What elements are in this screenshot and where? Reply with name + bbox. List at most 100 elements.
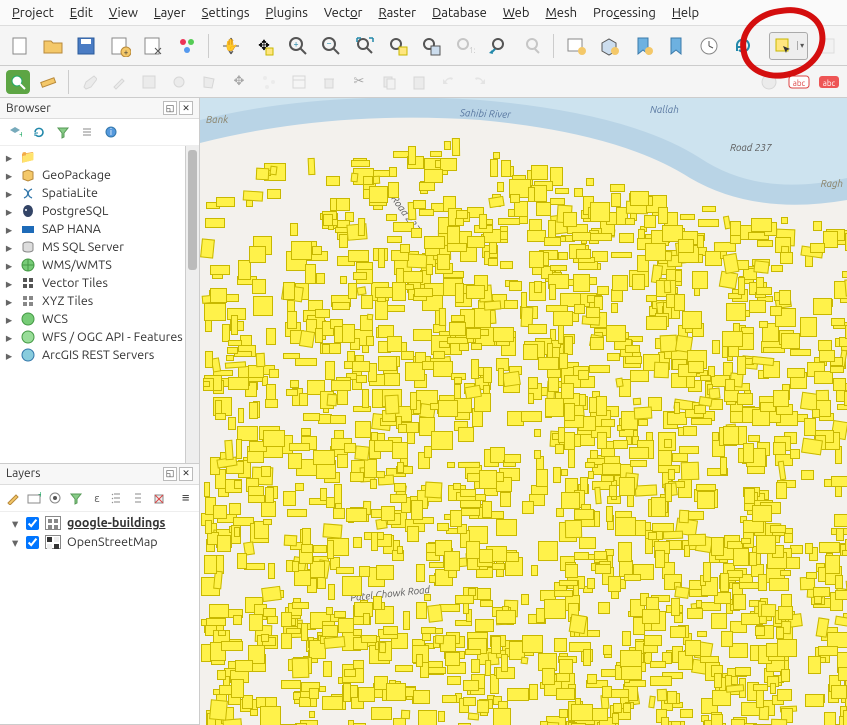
browser-panel-float-button[interactable]: ◱ xyxy=(163,101,177,115)
remove-layer-icon[interactable] xyxy=(151,489,166,507)
copy-features-button[interactable] xyxy=(377,70,401,94)
tree-item-vectortiles[interactable]: ▸Vector Tiles xyxy=(0,274,199,292)
tree-item-wfs[interactable]: ▸WFS / OGC API - Features xyxy=(0,328,199,346)
cut-features-button[interactable]: ✂ xyxy=(347,70,371,94)
add-layer-icon[interactable]: + xyxy=(6,123,24,141)
tree-item-postgresql[interactable]: ▸PostgreSQL xyxy=(0,202,199,220)
properties-widget-icon[interactable]: i xyxy=(102,123,120,141)
tree-item-spatialite[interactable]: ▸SpatiaLite xyxy=(0,184,199,202)
pan-button[interactable]: ✋ xyxy=(217,32,244,60)
label-abc-button[interactable]: abc xyxy=(787,70,811,94)
style-layer-icon[interactable] xyxy=(6,489,21,507)
zoom-full-button[interactable] xyxy=(351,32,378,60)
menu-edit[interactable]: Edit xyxy=(62,2,101,24)
manage-themes-icon[interactable] xyxy=(48,489,63,507)
refresh-browser-icon[interactable] xyxy=(30,123,48,141)
menu-layer[interactable]: Layer xyxy=(146,2,194,24)
menu-database[interactable]: Database xyxy=(424,2,495,24)
zoom-out-button[interactable]: − xyxy=(317,32,344,60)
temporal-controller-button[interactable] xyxy=(696,32,723,60)
select-features-button[interactable]: ▾ xyxy=(769,32,808,60)
style-manager-button[interactable] xyxy=(173,32,200,60)
no-action-button[interactable] xyxy=(757,70,781,94)
label-abc-red-button[interactable]: abc xyxy=(817,70,841,94)
tree-item-arcgis[interactable]: ▸ArcGIS REST Servers xyxy=(0,346,199,364)
menu-view[interactable]: View xyxy=(101,2,146,24)
zoom-next-button[interactable] xyxy=(518,32,545,60)
zoom-to-layer-button[interactable] xyxy=(418,32,445,60)
new-print-layout-button[interactable]: + xyxy=(106,32,133,60)
new-3d-view-button[interactable] xyxy=(596,32,623,60)
menu-plugins[interactable]: Plugins xyxy=(258,2,316,24)
menu-vector[interactable]: Vector xyxy=(316,2,371,24)
expand-all-icon[interactable] xyxy=(110,489,125,507)
collapse-all-icon[interactable] xyxy=(131,489,146,507)
pan-to-selection-button[interactable]: ✥ xyxy=(251,32,278,60)
zoom-native-button[interactable]: 1:1 xyxy=(451,32,478,60)
zoom-in-button[interactable]: + xyxy=(284,32,311,60)
browser-panel-title: Browser xyxy=(6,102,51,115)
delete-selected-button[interactable] xyxy=(317,70,341,94)
select-features-dropdown[interactable]: ▾ xyxy=(797,41,807,50)
menu-mesh[interactable]: Mesh xyxy=(537,2,585,24)
menu-web[interactable]: Web xyxy=(495,2,538,24)
layers-menu-icon[interactable]: ≡ xyxy=(178,489,193,507)
side-panels: Browser ◱ ✕ + i ▸📁 ▸GeoPackage ▸SpatiaLi… xyxy=(0,98,200,725)
layer-item-google-buildings[interactable]: ▾ google-buildings xyxy=(0,514,199,533)
browser-panel-close-button[interactable]: ✕ xyxy=(179,101,193,115)
layer-item-openstreetmap[interactable]: ▾ OpenStreetMap xyxy=(0,533,199,552)
layers-panel-float-button[interactable]: ◱ xyxy=(163,467,177,481)
add-polygon-button[interactable] xyxy=(197,70,221,94)
add-group-icon[interactable]: + xyxy=(27,489,42,507)
move-feature-button[interactable]: ✥ xyxy=(227,70,251,94)
undo-button[interactable] xyxy=(437,70,461,94)
svg-text:ε: ε xyxy=(94,493,100,505)
save-project-button[interactable] xyxy=(73,32,100,60)
new-project-button[interactable] xyxy=(6,32,33,60)
deselect-button[interactable] xyxy=(814,32,841,60)
tree-item-geopackage[interactable]: ▸GeoPackage xyxy=(0,166,199,184)
layer-visibility-checkbox[interactable] xyxy=(26,536,39,549)
open-project-button[interactable] xyxy=(39,32,66,60)
new-bookmark-button[interactable] xyxy=(629,32,656,60)
save-edits-button[interactable] xyxy=(137,70,161,94)
layout-manager-button[interactable] xyxy=(140,32,167,60)
tree-item-wms[interactable]: ▸WMS/WMTS xyxy=(0,256,199,274)
filter-legend-icon[interactable] xyxy=(68,489,83,507)
modify-attributes-button[interactable] xyxy=(287,70,311,94)
add-feature-button[interactable] xyxy=(167,70,191,94)
tree-item-xyz[interactable]: ▸XYZ Tiles xyxy=(0,292,199,310)
collapse-all-icon[interactable] xyxy=(78,123,96,141)
browser-tree[interactable]: ▸📁 ▸GeoPackage ▸SpatiaLite ▸PostgreSQL ▸… xyxy=(0,146,199,463)
identify-button[interactable] xyxy=(6,70,30,94)
tree-item-wcs[interactable]: ▸WCS xyxy=(0,310,199,328)
zoom-last-button[interactable] xyxy=(484,32,511,60)
layers-tree[interactable]: ▾ google-buildings ▾ OpenStreetMap xyxy=(0,512,199,724)
expression-filter-icon[interactable]: ε xyxy=(89,489,104,507)
menu-help[interactable]: Help xyxy=(664,2,707,24)
layer-visibility-checkbox[interactable] xyxy=(26,517,39,530)
paste-features-button[interactable] xyxy=(407,70,431,94)
new-map-view-button[interactable] xyxy=(562,32,589,60)
filter-browser-icon[interactable] xyxy=(54,123,72,141)
tree-item-saphana[interactable]: ▸SAP HANA xyxy=(0,220,199,238)
menu-processing[interactable]: Processing xyxy=(585,2,664,24)
current-edits-button[interactable] xyxy=(77,70,101,94)
browser-scrollbar[interactable] xyxy=(185,146,199,463)
layers-panel-toolbar: + ε ≡ xyxy=(0,485,199,512)
toggle-editing-button[interactable] xyxy=(107,70,131,94)
show-bookmarks-button[interactable] xyxy=(662,32,689,60)
zoom-to-selection-button[interactable] xyxy=(384,32,411,60)
tree-item-home[interactable]: ▸📁 xyxy=(0,148,199,166)
layers-panel-close-button[interactable]: ✕ xyxy=(179,467,193,481)
measure-button[interactable] xyxy=(36,70,60,94)
menu-settings[interactable]: Settings xyxy=(194,2,258,24)
menu-raster[interactable]: Raster xyxy=(370,2,424,24)
menu-project[interactable]: PProjectroject xyxy=(4,2,62,24)
tree-item-mssql[interactable]: ▸MS SQL Server xyxy=(0,238,199,256)
redo-button[interactable] xyxy=(467,70,491,94)
map-canvas[interactable]: Sahibi River Nallah Road 237 Road 237 Pa… xyxy=(200,98,847,725)
refresh-button[interactable] xyxy=(729,32,756,60)
menu-bar: PProjectroject Edit View Layer Settings … xyxy=(0,0,847,26)
vertex-tool-button[interactable] xyxy=(257,70,281,94)
